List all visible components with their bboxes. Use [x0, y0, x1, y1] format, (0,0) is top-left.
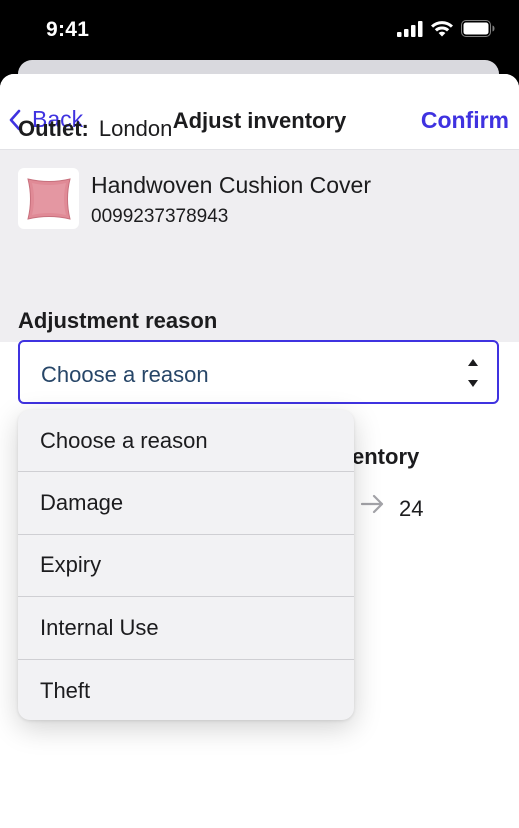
up-down-arrows-icon	[468, 359, 478, 387]
status-bar: 9:41	[0, 0, 519, 60]
dropdown-option-internal-use[interactable]: Internal Use	[18, 597, 354, 660]
reason-dropdown-menu: Choose a reason Damage Expiry Internal U…	[18, 410, 354, 720]
status-time: 9:41	[46, 18, 90, 41]
new-inventory-value: 24	[399, 496, 424, 521]
product-name: Handwoven Cushion Cover	[91, 172, 371, 198]
outlet-row: Outlet: London	[18, 116, 172, 142]
arrow-right-icon	[360, 494, 384, 514]
dropdown-option-theft[interactable]: Theft	[18, 660, 354, 720]
dropdown-option-choose-a-reason[interactable]: Choose a reason	[18, 410, 354, 473]
adjustment-reason-select[interactable]: Choose a reason	[18, 340, 499, 404]
outlet-label: Outlet:	[18, 116, 89, 141]
cellular-signal-icon	[397, 20, 423, 37]
wifi-icon	[431, 21, 453, 37]
select-value: Choose a reason	[41, 362, 209, 387]
product-sku: 0099237378943	[91, 206, 229, 227]
confirm-button[interactable]: Confirm	[421, 107, 509, 134]
battery-icon	[461, 20, 495, 37]
adjustment-reason-label: Adjustment reason	[18, 308, 218, 333]
new-inventory-label: entory	[352, 444, 420, 469]
outlet-value: London	[98, 116, 173, 141]
dropdown-option-damage[interactable]: Damage	[18, 472, 354, 535]
dropdown-option-expiry[interactable]: Expiry	[18, 535, 354, 598]
product-thumbnail	[18, 168, 79, 229]
status-icons	[397, 20, 495, 37]
cushion-icon	[26, 177, 71, 220]
